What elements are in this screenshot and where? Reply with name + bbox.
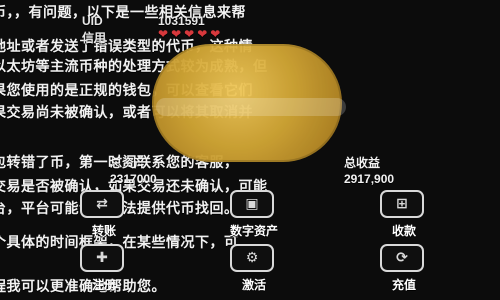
account-stats: 总资产 2317000 总收益 2917,900 bbox=[110, 154, 440, 188]
tile-activate[interactable]: ⚙ 激活 bbox=[194, 242, 314, 292]
recharge-glyph: ⟳ bbox=[396, 250, 408, 266]
profile-header: UID 1031591 信用 ❤ ❤ ❤ ❤ ❤ bbox=[18, 10, 488, 45]
total-assets-label: 总资产 bbox=[110, 156, 147, 170]
tile-register[interactable]: ✚ 注册 bbox=[44, 242, 164, 292]
tile-label-register: 注册 bbox=[91, 278, 116, 292]
heart-icon: ❤ bbox=[171, 27, 182, 41]
heart-icon: ❤ bbox=[184, 27, 195, 41]
action-grid: ⇄ 转账 ▣ 数字资产 ⊞ 收款 ✚ 注册 ⚙ 激活 ⟳ 充值 bbox=[44, 188, 464, 296]
tile-digital-assets[interactable]: ▣ 数字资产 bbox=[194, 188, 314, 238]
settings-icon: ⚙ bbox=[230, 244, 274, 272]
app-screen: 币，，有问题，以下是一些相关信息来帮 地址或者发送了错误类型的代币，这种情 以太… bbox=[0, 0, 500, 300]
wallet-icon: ▣ bbox=[230, 190, 274, 218]
tile-label-digital-assets: 数字资产 bbox=[229, 224, 278, 238]
recharge-icon: ⟳ bbox=[380, 244, 424, 272]
tile-label-receive: 收款 bbox=[391, 224, 416, 238]
settings-glyph: ⚙ bbox=[245, 250, 259, 266]
tile-label-recharge: 充值 bbox=[391, 278, 416, 292]
total-earnings-label: 总收益 bbox=[344, 156, 381, 170]
tile-receive[interactable]: ⊞ 收款 bbox=[344, 188, 464, 238]
tile-label-transfer: 转账 bbox=[91, 224, 116, 238]
tile-label-activate: 激活 bbox=[241, 278, 266, 292]
total-earnings-value: 2917,900 bbox=[344, 172, 395, 186]
transfer-glyph: ⇄ bbox=[96, 196, 108, 212]
heart-icon: ❤ bbox=[158, 27, 169, 41]
wallet-glyph: ▣ bbox=[245, 196, 259, 212]
total-earnings-stat: 总收益 2917,900 bbox=[344, 154, 464, 186]
uid-label: UID bbox=[82, 14, 103, 28]
total-assets-value: 2317000 bbox=[110, 172, 157, 186]
transfer-icon: ⇄ bbox=[80, 190, 124, 218]
tile-transfer[interactable]: ⇄ 转账 bbox=[44, 188, 164, 238]
tile-recharge[interactable]: ⟳ 充值 bbox=[344, 242, 464, 292]
heart-icon: ❤ bbox=[210, 27, 221, 41]
uid-value: 1031591 bbox=[158, 14, 205, 28]
total-assets-stat: 总资产 2317000 bbox=[110, 154, 260, 186]
credit-label: 信用 bbox=[82, 31, 107, 45]
heart-icon: ❤ bbox=[197, 27, 208, 41]
add-user-glyph: ✚ bbox=[96, 250, 108, 266]
credit-hearts: ❤ ❤ ❤ ❤ ❤ bbox=[158, 28, 220, 40]
qr-icon: ⊞ bbox=[380, 190, 424, 218]
add-user-icon: ✚ bbox=[80, 244, 124, 272]
center-highlight-strip bbox=[156, 98, 346, 116]
qr-glyph: ⊞ bbox=[396, 196, 408, 212]
